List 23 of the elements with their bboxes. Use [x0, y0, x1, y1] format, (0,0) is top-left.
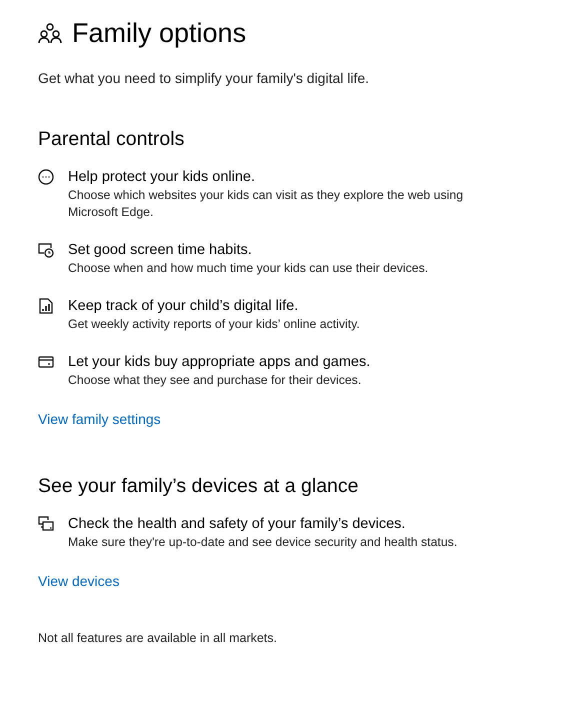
- feature-title: Let your kids buy appropriate apps and games.: [68, 353, 370, 372]
- settings-link[interactable]: View devices: [38, 573, 120, 589]
- card-icon: [38, 354, 54, 370]
- screen-clock-icon: [38, 242, 54, 258]
- feature-title: Set good screen time habits.: [68, 241, 253, 260]
- web-icon: [38, 169, 54, 185]
- family-icon: [38, 21, 62, 45]
- report-icon: [38, 298, 54, 314]
- feature-description: Choose which websites your kids can visit as they explore the web using Microsoft Edge.: [68, 187, 464, 221]
- feature-title: Keep track of your child’s digital life.: [68, 297, 300, 316]
- devices-icon: [38, 516, 54, 532]
- page-title: Family options: [72, 17, 246, 50]
- footnote: Not all features are available in all markets.: [38, 631, 278, 645]
- feature-description: Make sure they're up-to-date and see device security and health status.: [68, 534, 458, 551]
- section-heading: Parental controls: [38, 127, 186, 152]
- feature-description: Choose when and how much time your kids can use their devices.: [68, 260, 428, 277]
- settings-link[interactable]: View family settings: [38, 411, 161, 427]
- feature-title: Check the health and safety of your family’s devices.: [68, 515, 406, 534]
- page-subtitle: Get what you need to simplify your family's digital life.: [38, 70, 370, 86]
- feature-description: Get weekly activity reports of your kids’ online activity.: [68, 316, 360, 333]
- section-heading: See your family’s devices at a glance: [38, 474, 360, 499]
- feature-title: Help protect your kids online.: [68, 168, 256, 187]
- feature-description: Choose what they see and purchase for their devices.: [68, 372, 362, 389]
